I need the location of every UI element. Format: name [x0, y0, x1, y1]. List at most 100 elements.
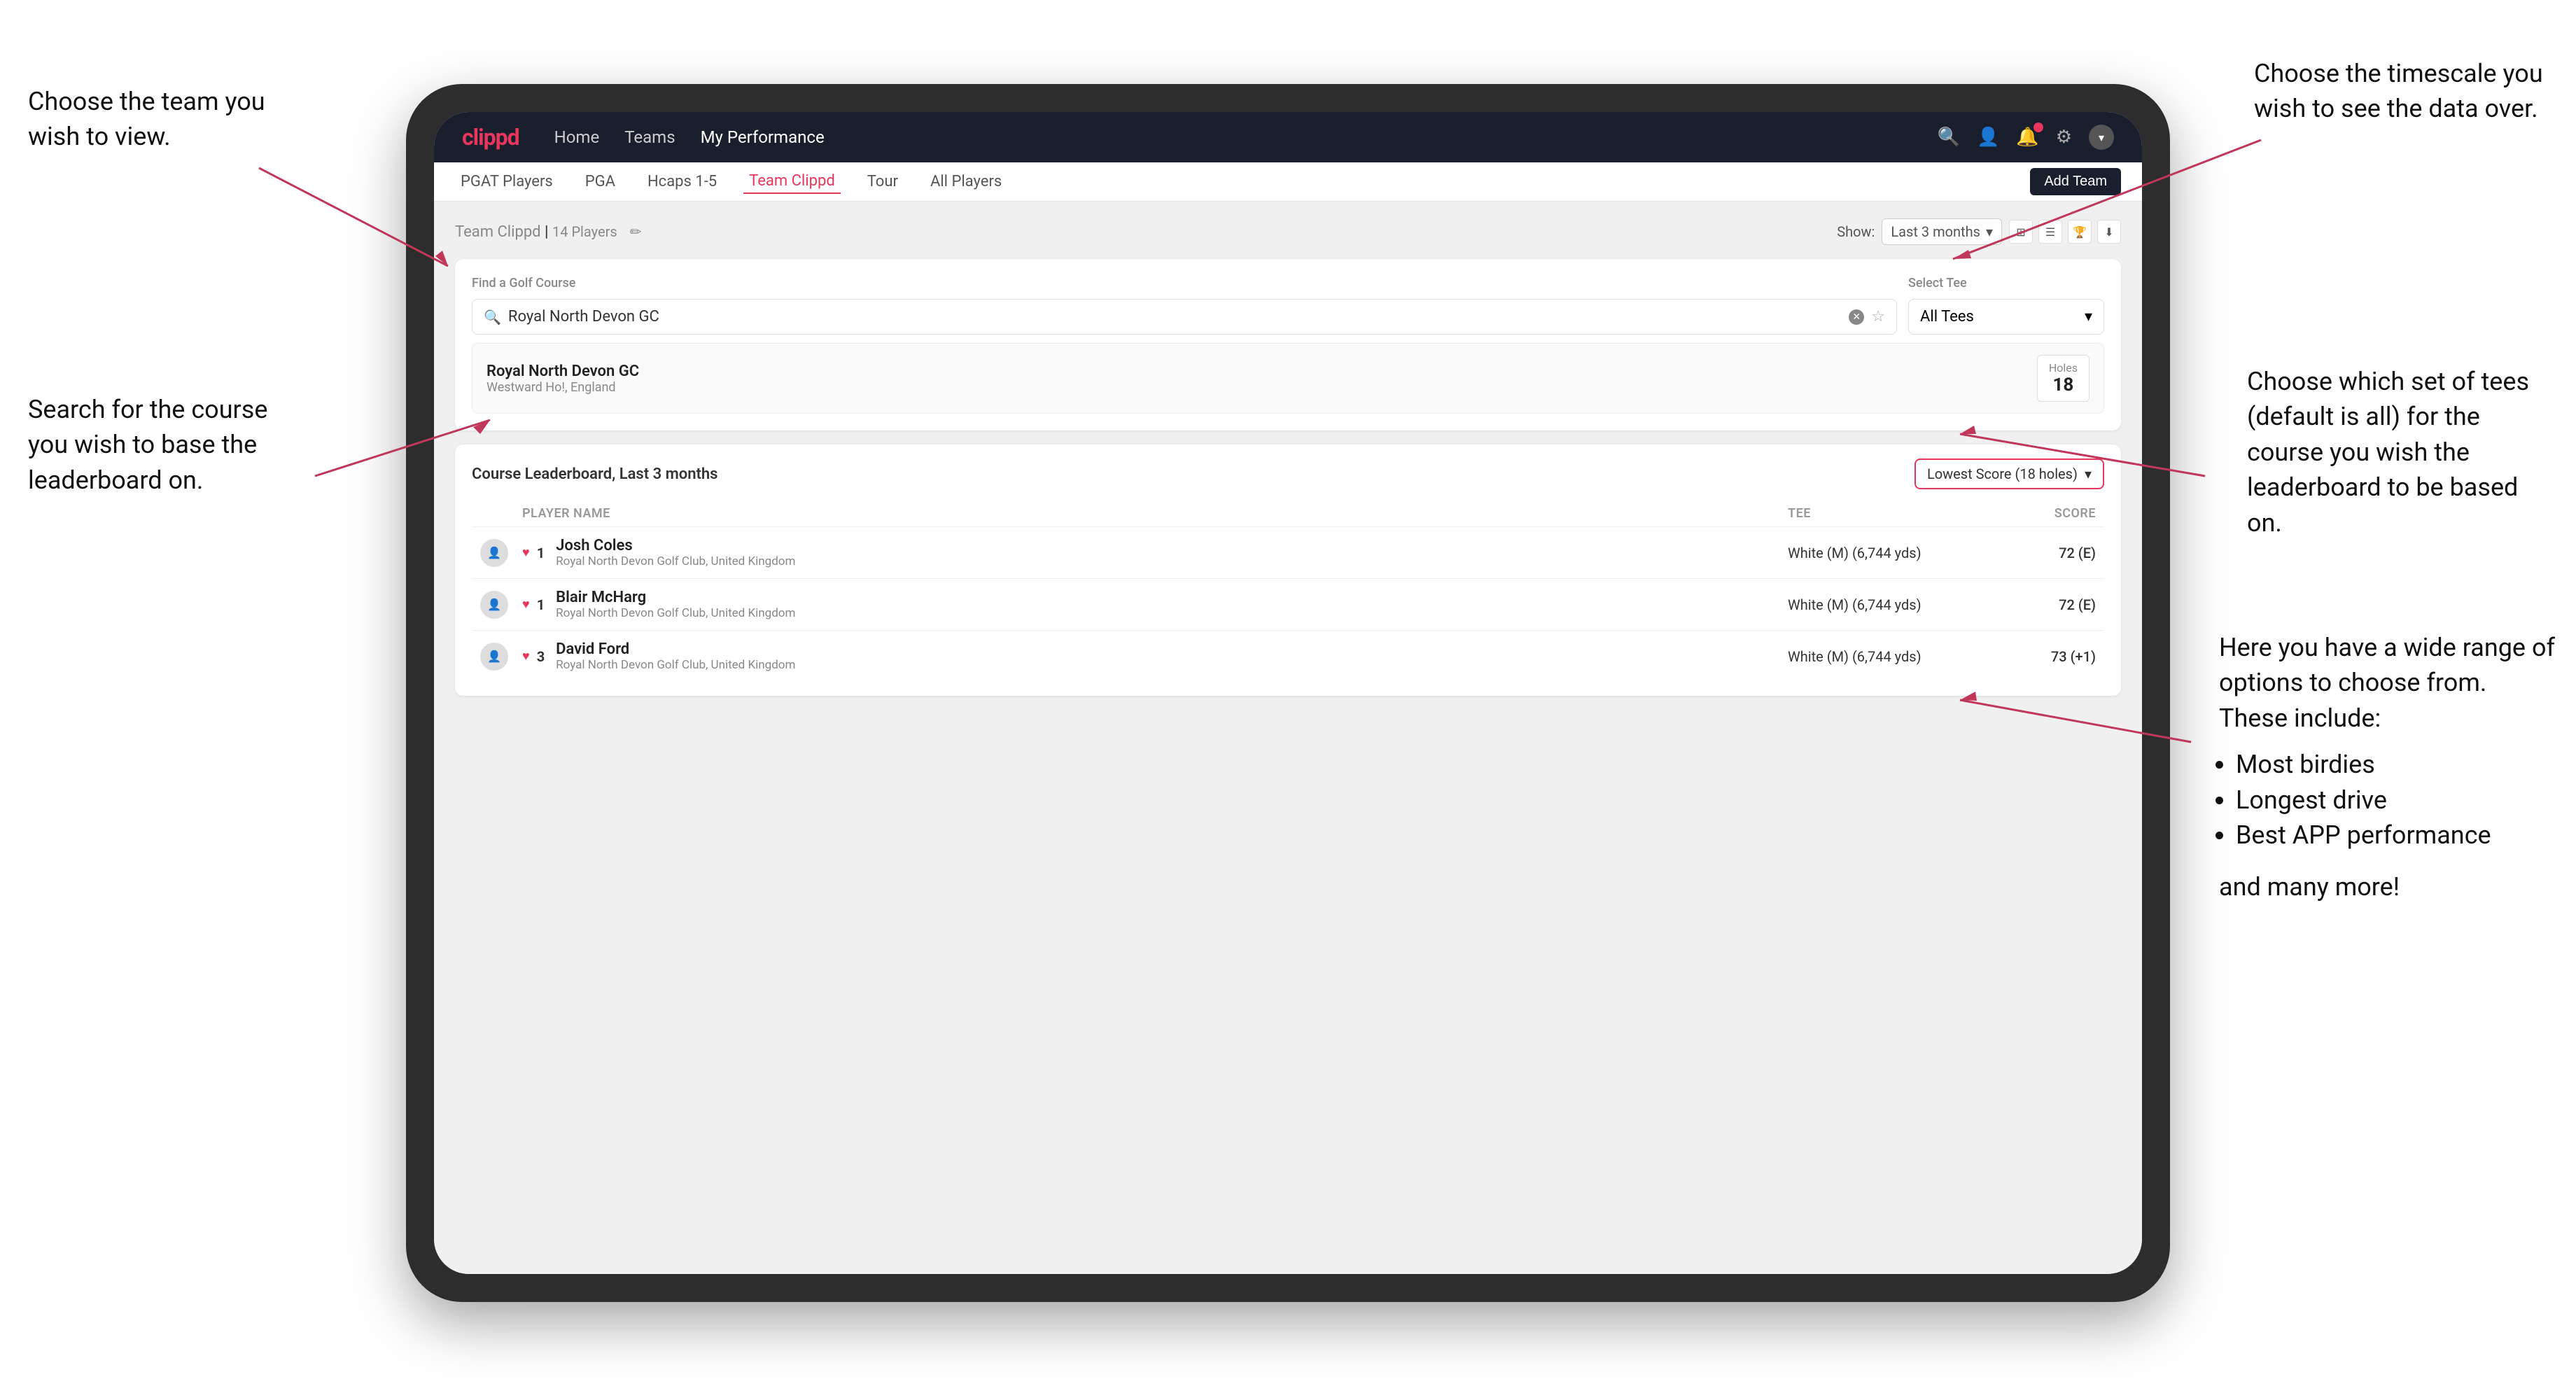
- select-tee-label: Select Tee: [1908, 276, 2104, 290]
- grid-view-icon[interactable]: ⊞: [2009, 220, 2033, 244]
- rank-cell: 👤: [480, 643, 522, 671]
- player-name: Blair McHarg: [556, 589, 795, 606]
- player-cell: ♥ 1 Blair McHarg Royal North Devon Golf …: [522, 589, 1788, 620]
- subnav: PGAT Players PGA Hcaps 1-5 Team Clippd T…: [434, 162, 2142, 202]
- trophy-icon[interactable]: 🏆: [2068, 220, 2092, 244]
- add-team-button[interactable]: Add Team: [2030, 168, 2121, 195]
- edit-team-icon[interactable]: ✏: [630, 223, 642, 240]
- course-result: Royal North Devon GC Westward Ho!, Engla…: [472, 343, 2104, 414]
- leaderboard-header: Course Leaderboard, Last 3 months Lowest…: [472, 458, 2104, 489]
- col-header-score: SCORE: [1984, 506, 2096, 521]
- people-icon[interactable]: 👤: [1977, 127, 1999, 148]
- player-club: Royal North Devon Golf Club, United King…: [556, 554, 795, 568]
- leaderboard-title: Course Leaderboard, Last 3 months: [472, 465, 718, 483]
- search-input-value: Royal North Devon GC: [508, 308, 1842, 326]
- tee-dropdown[interactable]: All Tees ▾: [1908, 299, 2104, 335]
- annotation-mid-left: Search for the course you wish to base t…: [28, 392, 280, 498]
- search-icon: 🔍: [484, 309, 501, 326]
- settings-icon[interactable]: ⚙: [2056, 127, 2072, 148]
- player-club: Royal North Devon Golf Club, United King…: [556, 606, 795, 620]
- course-name: Royal North Devon GC: [486, 363, 639, 380]
- subnav-tour[interactable]: Tour: [862, 170, 904, 193]
- subnav-all-players[interactable]: All Players: [925, 170, 1007, 193]
- download-icon[interactable]: ⬇: [2097, 220, 2121, 244]
- course-result-info: Royal North Devon GC Westward Ho!, Engla…: [486, 363, 639, 395]
- table-row: 👤 ♥ 3 David Ford Royal North Devon Golf …: [472, 630, 2104, 682]
- find-course-label: Find a Golf Course: [472, 276, 1894, 290]
- leaderboard-table: PLAYER NAME TEE SCORE 👤 ♥ 1 J: [472, 500, 2104, 682]
- player-info: Blair McHarg Royal North Devon Golf Club…: [556, 589, 795, 620]
- user-avatar[interactable]: ▾: [2089, 125, 2114, 150]
- show-row: Show: Last 3 months ▾ ⊞ ☰ 🏆 ⬇: [1837, 218, 2121, 245]
- leaderboard-header-row: PLAYER NAME TEE SCORE: [472, 500, 2104, 526]
- player-rank: 3: [537, 648, 545, 665]
- score-cell: 72 (E): [1984, 545, 2096, 561]
- bell-icon[interactable]: 🔔: [2016, 127, 2038, 148]
- holes-badge: Holes 18: [2037, 355, 2090, 402]
- player-info: Josh Coles Royal North Devon Golf Club, …: [556, 537, 795, 568]
- course-search-row: 🔍 Royal North Devon GC ✕ ☆ All Tees ▾: [472, 299, 2104, 335]
- clear-search-icon[interactable]: ✕: [1849, 309, 1864, 325]
- chevron-down-icon: ▾: [1986, 223, 1993, 240]
- chevron-down-icon: ▾: [2085, 308, 2092, 326]
- player-cell: ♥ 1 Josh Coles Royal North Devon Golf Cl…: [522, 537, 1788, 568]
- col-header-player: PLAYER NAME: [522, 506, 1788, 521]
- player-info: David Ford Royal North Devon Golf Club, …: [556, 640, 795, 672]
- holes-label: Holes: [2049, 361, 2078, 374]
- ipad-screen: clippd Home Teams My Performance 🔍 👤 🔔 ⚙…: [434, 112, 2142, 1274]
- course-search-card: Find a Golf Course Select Tee 🔍 Royal No…: [455, 259, 2121, 430]
- show-period-dropdown[interactable]: Last 3 months ▾: [1882, 218, 2002, 245]
- navbar: clippd Home Teams My Performance 🔍 👤 🔔 ⚙…: [434, 112, 2142, 162]
- app-logo: clippd: [462, 124, 519, 150]
- subnav-pgat[interactable]: PGAT Players: [455, 170, 559, 193]
- score-cell: 72 (E): [1984, 596, 2096, 613]
- rank-cell: 👤: [480, 591, 522, 619]
- tee-cell: White (M) (6,744 yds): [1788, 545, 1984, 561]
- show-label: Show:: [1837, 223, 1875, 240]
- annotation-bottom-right: Here you have a wide range of options to…: [2219, 630, 2555, 905]
- heart-icon[interactable]: ♥: [522, 597, 530, 612]
- player-avatar: 👤: [480, 591, 508, 619]
- tee-select-area: All Tees ▾: [1908, 299, 2104, 335]
- nav-teams[interactable]: Teams: [624, 127, 675, 147]
- ipad-frame: clippd Home Teams My Performance 🔍 👤 🔔 ⚙…: [406, 84, 2170, 1302]
- player-rank: 1: [537, 596, 545, 613]
- nav-home[interactable]: Home: [554, 127, 600, 147]
- player-avatar: 👤: [480, 539, 508, 567]
- view-toggle-icons: ⊞ ☰ 🏆 ⬇: [2009, 220, 2121, 244]
- col-header-tee: TEE: [1788, 506, 1984, 521]
- search-icon[interactable]: 🔍: [1938, 127, 1960, 148]
- player-name: David Ford: [556, 640, 795, 658]
- list-view-icon[interactable]: ☰: [2038, 220, 2062, 244]
- subnav-team-clippd[interactable]: Team Clippd: [743, 169, 841, 194]
- tee-cell: White (M) (6,744 yds): [1788, 648, 1984, 665]
- subnav-hcaps[interactable]: Hcaps 1-5: [642, 170, 722, 193]
- leaderboard-card: Course Leaderboard, Last 3 months Lowest…: [455, 444, 2121, 696]
- subnav-pga[interactable]: PGA: [580, 170, 621, 193]
- player-club: Royal North Devon Golf Club, United King…: [556, 658, 795, 672]
- player-rank: 1: [537, 545, 545, 561]
- chevron-down-icon: ▾: [2085, 465, 2092, 482]
- player-avatar: 👤: [480, 643, 508, 671]
- tee-cell: White (M) (6,744 yds): [1788, 596, 1984, 613]
- annotation-top-right: Choose the timescale you wish to see the…: [2254, 56, 2548, 127]
- main-content: Team Clippd | 14 Players ✏ Show: Last 3 …: [434, 202, 2142, 1274]
- player-cell: ♥ 3 David Ford Royal North Devon Golf Cl…: [522, 640, 1788, 672]
- course-location: Westward Ho!, England: [486, 380, 639, 395]
- score-cell: 73 (+1): [1984, 648, 2096, 665]
- heart-icon[interactable]: ♥: [522, 649, 530, 664]
- holes-value: 18: [2052, 374, 2073, 396]
- rank-cell: 👤: [480, 539, 522, 567]
- heart-icon[interactable]: ♥: [522, 545, 530, 560]
- navbar-icons: 🔍 👤 🔔 ⚙ ▾: [1938, 125, 2114, 150]
- team-title: Team Clippd | 14 Players: [455, 223, 617, 241]
- team-header: Team Clippd | 14 Players ✏ Show: Last 3 …: [455, 218, 2121, 245]
- annotation-top-left: Choose the team you wish to view.: [28, 84, 294, 155]
- favorite-icon[interactable]: ☆: [1871, 308, 1885, 326]
- main-nav: Home Teams My Performance: [554, 127, 1910, 147]
- course-search-input[interactable]: 🔍 Royal North Devon GC ✕ ☆: [472, 299, 1897, 335]
- nav-my-performance[interactable]: My Performance: [701, 127, 825, 147]
- course-card-labels: Find a Golf Course Select Tee: [472, 276, 2104, 290]
- player-name: Josh Coles: [556, 537, 795, 554]
- score-type-dropdown[interactable]: Lowest Score (18 holes) ▾: [1914, 458, 2104, 489]
